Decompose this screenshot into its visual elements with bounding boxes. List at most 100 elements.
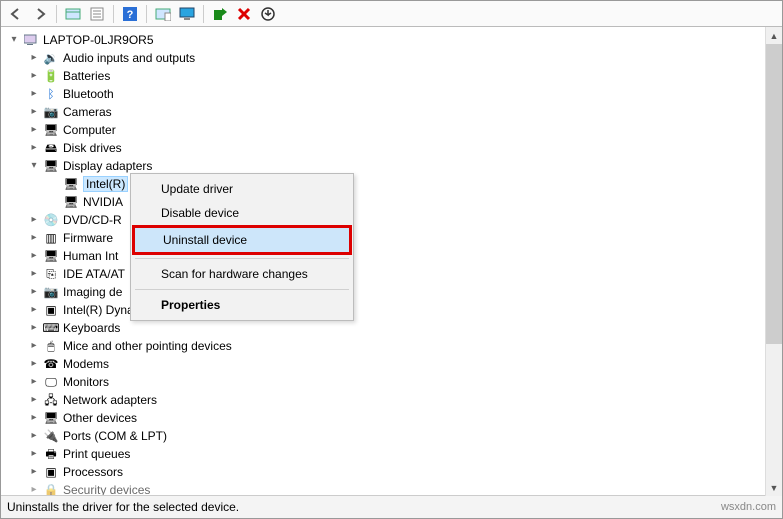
expand-icon[interactable]: ▸ bbox=[27, 49, 41, 67]
tree-category[interactable]: ▸ 🖥 Other devices bbox=[7, 409, 782, 427]
scroll-down-icon[interactable]: ▼ bbox=[766, 479, 782, 496]
tree-category[interactable]: ▸ 💿 DVD/CD-R bbox=[7, 211, 782, 229]
tree-category[interactable]: ▸ ▣ Processors bbox=[7, 463, 782, 481]
expand-icon[interactable]: ▸ bbox=[27, 283, 41, 301]
expand-icon[interactable]: ▸ bbox=[27, 139, 41, 157]
category-label: Batteries bbox=[63, 67, 114, 85]
expand-icon[interactable]: ▸ bbox=[27, 445, 41, 463]
expand-icon[interactable]: ▸ bbox=[27, 247, 41, 265]
ctx-separator bbox=[135, 258, 349, 259]
category-label: Human Int bbox=[63, 247, 122, 265]
tree-category-display[interactable]: ▾ 🖥 Display adapters bbox=[7, 157, 782, 175]
expand-icon[interactable]: ▸ bbox=[27, 211, 41, 229]
expand-icon[interactable]: ▸ bbox=[27, 337, 41, 355]
audio-icon: 🔉 bbox=[43, 50, 59, 66]
expand-icon[interactable]: ▸ bbox=[27, 391, 41, 409]
tree-device-intel[interactable]: 🖥 Intel(R) bbox=[7, 175, 782, 193]
ctx-update-driver[interactable]: Update driver bbox=[133, 177, 351, 201]
category-label: Mice and other pointing devices bbox=[63, 337, 236, 355]
properties-icon[interactable] bbox=[86, 3, 108, 25]
tree-category[interactable]: ▸ 📷 Imaging de bbox=[7, 283, 782, 301]
tree-category[interactable]: ▸ 🖵 Monitors bbox=[7, 373, 782, 391]
tree-category[interactable]: ▸ 📷 Cameras bbox=[7, 103, 782, 121]
network-icon: 🖧 bbox=[43, 392, 59, 408]
scroll-up-icon[interactable]: ▲ bbox=[766, 27, 782, 44]
category-label: Cameras bbox=[63, 103, 116, 121]
cpu-icon: ▣ bbox=[43, 464, 59, 480]
expand-icon[interactable]: ▸ bbox=[27, 481, 41, 496]
tree-category[interactable]: ▸ 🔉 Audio inputs and outputs bbox=[7, 49, 782, 67]
display-adapter-icon: 🖥 bbox=[63, 176, 79, 192]
expand-icon[interactable]: ▸ bbox=[27, 265, 41, 283]
status-bar: Uninstalls the driver for the selected d… bbox=[1, 496, 782, 518]
context-menu: Update driver Disable device Uninstall d… bbox=[130, 173, 354, 321]
ctx-scan-hardware[interactable]: Scan for hardware changes bbox=[133, 262, 351, 286]
tree-category[interactable]: ▸ 🔒 Security devices bbox=[7, 481, 782, 496]
toolbar: ? bbox=[1, 1, 782, 27]
watermark-text: wsxdn.com bbox=[721, 501, 776, 513]
other-icon: 🖥 bbox=[43, 410, 59, 426]
expand-icon[interactable]: ▸ bbox=[27, 427, 41, 445]
tree-category[interactable]: ▸ 🖱 Mice and other pointing devices bbox=[7, 337, 782, 355]
expand-icon[interactable]: ▸ bbox=[27, 67, 41, 85]
chip-icon: ▣ bbox=[43, 302, 59, 318]
tree-root[interactable]: ▾ LAPTOP-0LJR9OR5 bbox=[7, 31, 782, 49]
expand-icon[interactable]: ▸ bbox=[27, 409, 41, 427]
expand-icon[interactable]: ▸ bbox=[27, 373, 41, 391]
category-label: Audio inputs and outputs bbox=[63, 49, 199, 67]
ctx-properties[interactable]: Properties bbox=[133, 293, 351, 317]
expand-icon[interactable]: ▸ bbox=[27, 319, 41, 337]
ctx-separator bbox=[135, 289, 349, 290]
collapse-icon[interactable]: ▾ bbox=[27, 157, 41, 175]
expand-icon[interactable]: ▸ bbox=[27, 121, 41, 139]
tree-device-nvidia[interactable]: 🖥 NVIDIA bbox=[7, 193, 782, 211]
forward-button[interactable] bbox=[29, 3, 51, 25]
help-icon[interactable]: ? bbox=[119, 3, 141, 25]
expand-icon[interactable]: ▸ bbox=[27, 463, 41, 481]
expand-icon[interactable]: ▸ bbox=[27, 301, 41, 319]
tree-category[interactable]: ▸ 🖥 Computer bbox=[7, 121, 782, 139]
display-adapter-icon: 🖥 bbox=[63, 194, 79, 210]
tree-category[interactable]: ▸ 🖴 Disk drives bbox=[7, 139, 782, 157]
tree-category[interactable]: ▸ 🖶 Print queues bbox=[7, 445, 782, 463]
uninstall-icon[interactable] bbox=[257, 3, 279, 25]
tree-category[interactable]: ▸ ⌨ Keyboards bbox=[7, 319, 782, 337]
expand-icon[interactable]: ▸ bbox=[27, 85, 41, 103]
ide-icon: ⎘ bbox=[43, 266, 59, 282]
show-hidden-icon[interactable] bbox=[62, 3, 84, 25]
back-button[interactable] bbox=[5, 3, 27, 25]
category-label: Ports (COM & LPT) bbox=[63, 427, 171, 445]
tree-category[interactable]: ▸ ᛒ Bluetooth bbox=[7, 85, 782, 103]
tree-category[interactable]: ▸ ⎘ IDE ATA/AT bbox=[7, 265, 782, 283]
expand-icon[interactable]: ▸ bbox=[27, 355, 41, 373]
expand-icon[interactable]: ▸ bbox=[27, 103, 41, 121]
tree-category[interactable]: ▸ ▣ Intel(R) Dynamic Platform and Therma… bbox=[7, 301, 782, 319]
update-driver-icon[interactable] bbox=[209, 3, 231, 25]
bluetooth-icon: ᛒ bbox=[43, 86, 59, 102]
battery-icon: 🔋 bbox=[43, 68, 59, 84]
tree-category[interactable]: ▸ ▥ Firmware bbox=[7, 229, 782, 247]
monitor-icon[interactable] bbox=[176, 3, 198, 25]
category-label: Bluetooth bbox=[63, 85, 118, 103]
collapse-icon[interactable]: ▾ bbox=[7, 31, 21, 49]
monitor-icon: 🖵 bbox=[43, 374, 59, 390]
disable-icon[interactable] bbox=[233, 3, 255, 25]
camera-icon: 📷 bbox=[43, 104, 59, 120]
ctx-disable-device[interactable]: Disable device bbox=[133, 201, 351, 225]
computer-icon bbox=[23, 32, 39, 48]
mouse-icon: 🖱 bbox=[43, 338, 59, 354]
scroll-thumb[interactable] bbox=[766, 44, 782, 344]
tree-category[interactable]: ▸ ☎ Modems bbox=[7, 355, 782, 373]
vertical-scrollbar[interactable]: ▲ ▼ bbox=[765, 27, 782, 496]
tree-category[interactable]: ▸ 🔌 Ports (COM & LPT) bbox=[7, 427, 782, 445]
ctx-uninstall-device[interactable]: Uninstall device bbox=[135, 228, 349, 252]
modem-icon: ☎ bbox=[43, 356, 59, 372]
scan-hardware-icon[interactable] bbox=[152, 3, 174, 25]
svg-text:?: ? bbox=[127, 9, 134, 21]
expand-icon[interactable]: ▸ bbox=[27, 229, 41, 247]
category-label: Firmware bbox=[63, 229, 117, 247]
tree-category[interactable]: ▸ 🖥 Human Int bbox=[7, 247, 782, 265]
tree-category[interactable]: ▸ 🔋 Batteries bbox=[7, 67, 782, 85]
category-label: Print queues bbox=[63, 445, 134, 463]
tree-category[interactable]: ▸ 🖧 Network adapters bbox=[7, 391, 782, 409]
